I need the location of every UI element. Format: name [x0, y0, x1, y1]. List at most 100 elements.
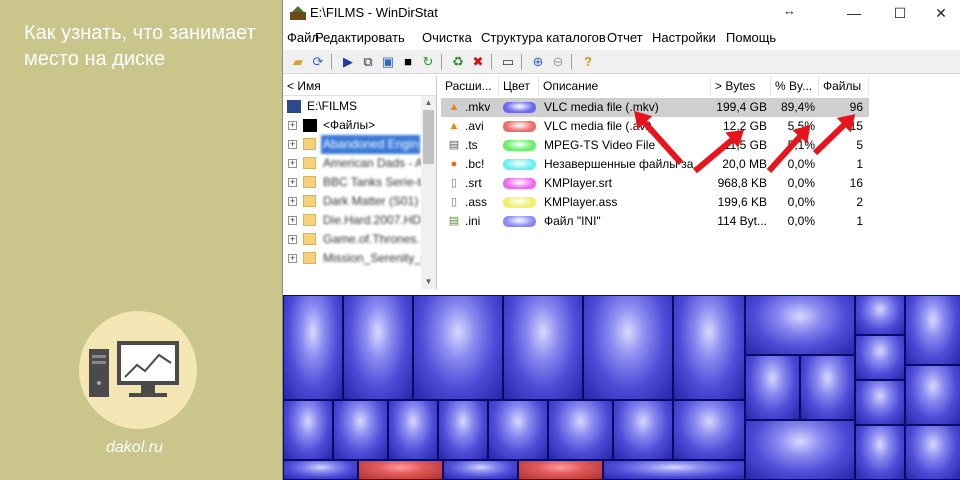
scrollbar-thumb[interactable]: [423, 110, 434, 164]
menu-tree-structure[interactable]: Структура каталогов: [481, 30, 606, 45]
tree-item[interactable]: + BBC Tanks Serie-ta: [283, 173, 428, 192]
tree-root-label: E:\FILMS: [307, 99, 358, 113]
treemap-tile[interactable]: [855, 295, 905, 335]
treemap-tile[interactable]: [905, 365, 960, 425]
tree-root[interactable]: E:\FILMS: [283, 97, 423, 116]
percent-cell: 0,0%: [787, 176, 815, 190]
expander-icon[interactable]: +: [288, 121, 297, 130]
extension-cell: .mkv: [465, 100, 491, 114]
explorer-icon[interactable]: ▣: [379, 53, 397, 71]
expander-icon[interactable]: +: [288, 235, 297, 244]
treemap-tile[interactable]: [673, 400, 745, 460]
treemap-tile[interactable]: [438, 400, 488, 460]
extension-row[interactable]: ▯ .ass KMPlayer.ass 199,6 KB 0,0% 2: [441, 193, 869, 212]
scroll-down-icon[interactable]: ▼: [421, 275, 436, 289]
menu-cleanup[interactable]: Очистка: [422, 30, 472, 45]
extension-row[interactable]: ● .bc! Незавершенные файлы за... 20,0 MB 0,0…: [441, 155, 869, 174]
minimize-button[interactable]: —: [831, 0, 877, 26]
command-prompt-icon[interactable]: ■: [399, 53, 417, 71]
tree-column-header[interactable]: < Имя: [283, 76, 436, 96]
color-swatch: [503, 159, 536, 170]
tree-item-files[interactable]: + <Файлы>: [283, 116, 423, 135]
expander-icon[interactable]: +: [288, 178, 297, 187]
maximize-button[interactable]: ☐: [877, 0, 923, 26]
treemap-tile[interactable]: [745, 355, 800, 420]
directory-tree[interactable]: < Имя E:\FILMS + <Файлы> + Abandoned Eng…: [283, 76, 437, 290]
treemap-tile[interactable]: [388, 400, 438, 460]
delete-icon[interactable]: ✖: [469, 53, 487, 71]
treemap-tile[interactable]: [673, 295, 745, 400]
help-icon[interactable]: ?: [579, 53, 597, 71]
treemap-tile-avi[interactable]: [358, 460, 443, 480]
files-cell: 1: [856, 157, 863, 171]
column-header-bytes[interactable]: > Bytes: [711, 76, 771, 96]
treemap-tile[interactable]: [283, 295, 343, 400]
treemap-tile[interactable]: [333, 400, 388, 460]
tree-item-label: Dark Matter (S01): [323, 194, 419, 208]
treemap-tile[interactable]: [583, 295, 673, 400]
play-icon[interactable]: ▶: [339, 53, 357, 71]
tree-item[interactable]: + Dark Matter (S01): [283, 192, 423, 211]
srt-file-icon: ▯: [450, 177, 458, 189]
treemap-tile[interactable]: [905, 425, 960, 480]
open-folder-icon[interactable]: ▰: [289, 53, 307, 71]
expander-icon[interactable]: +: [288, 197, 297, 206]
column-header-description[interactable]: Описание: [539, 76, 711, 96]
treemap-tile[interactable]: [443, 460, 518, 480]
treemap-tile[interactable]: [283, 400, 333, 460]
recycle-bin-icon[interactable]: ♻: [449, 53, 467, 71]
treemap-tile[interactable]: [413, 295, 503, 400]
column-header-files[interactable]: Файлы: [819, 76, 869, 96]
treemap-tile[interactable]: [745, 420, 855, 480]
treemap-tile-avi[interactable]: [518, 460, 603, 480]
treemap-tile[interactable]: [905, 295, 960, 365]
close-button[interactable]: ✕: [921, 0, 960, 26]
column-header-color[interactable]: Цвет: [499, 76, 539, 96]
zoom-out-icon[interactable]: ⊖: [549, 53, 567, 71]
tree-item[interactable]: + American Dads - A: [283, 154, 423, 173]
tree-item[interactable]: + Die.Hard.2007.HDTVF: [283, 211, 436, 230]
treemap-tile[interactable]: [745, 295, 855, 355]
tree-scrollbar[interactable]: ▲ ▼: [421, 96, 436, 289]
treemap-tile[interactable]: [548, 400, 613, 460]
menu-help[interactable]: Помощь: [726, 30, 776, 45]
menu-report[interactable]: Отчет: [607, 30, 643, 45]
refresh-icon[interactable]: ⟳: [309, 53, 327, 71]
expander-icon[interactable]: +: [288, 159, 297, 168]
computer-icon: [89, 341, 179, 397]
menu-edit[interactable]: Редактировать: [315, 30, 405, 45]
expander-icon[interactable]: +: [288, 140, 297, 149]
zoom-in-icon[interactable]: ⊕: [529, 53, 547, 71]
treemap-tile[interactable]: [488, 400, 548, 460]
refresh-selected-icon[interactable]: ↻: [419, 53, 437, 71]
treemap-tile[interactable]: [603, 460, 745, 480]
extension-cell: .avi: [465, 119, 484, 133]
extension-row[interactable]: ▤ .ini Файл "INI" 114 Byt... 0,0% 1: [441, 212, 869, 231]
scroll-up-icon[interactable]: ▲: [421, 96, 436, 110]
treemap-tile[interactable]: [613, 400, 673, 460]
title-bar: E:\FILMS - WinDirStat ↔ — ☐ ✕: [283, 0, 960, 26]
properties-icon[interactable]: ▭: [499, 53, 517, 71]
tree-item[interactable]: + Mission_Serenity_(: [283, 249, 425, 268]
folder-icon: [303, 138, 316, 150]
treemap-tile[interactable]: [343, 295, 413, 400]
treemap-tile[interactable]: [283, 460, 358, 480]
menu-settings[interactable]: Настройки: [652, 30, 716, 45]
extension-row[interactable]: ▲ .mkv VLC media file (.mkv) 199,4 GB 89,4% 9…: [441, 98, 869, 117]
treemap-tile[interactable]: [855, 380, 905, 425]
computer-illustration: [79, 311, 197, 429]
treemap-tile[interactable]: [503, 295, 583, 400]
expander-icon[interactable]: +: [288, 254, 297, 263]
folder-icon: [303, 252, 316, 264]
treemap-tile[interactable]: [855, 425, 905, 480]
treemap[interactable]: [283, 295, 960, 480]
extension-row[interactable]: ▯ .srt KMPlayer.srt 968,8 KB 0,0% 16: [441, 174, 869, 193]
treemap-tile[interactable]: [855, 335, 905, 380]
tree-item[interactable]: + Abandoned Engin: [283, 135, 423, 154]
tree-item[interactable]: + Game.of.Thrones.: [283, 230, 423, 249]
treemap-tile[interactable]: [800, 355, 855, 420]
column-header-percent[interactable]: % By...: [771, 76, 819, 96]
expander-icon[interactable]: +: [288, 216, 297, 225]
copy-icon[interactable]: ⧉: [359, 53, 377, 71]
column-header-extension[interactable]: Расши...: [441, 76, 499, 96]
